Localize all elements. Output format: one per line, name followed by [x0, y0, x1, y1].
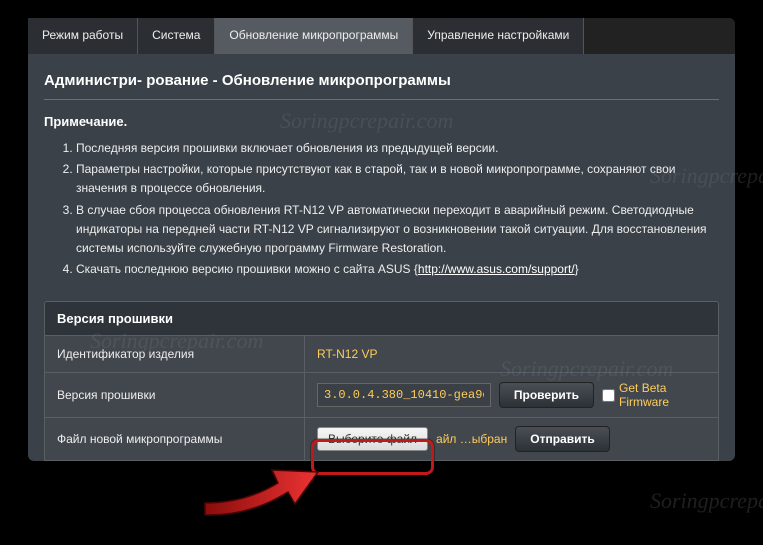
submit-button[interactable]: Отправить: [515, 426, 609, 452]
tab-settings-management[interactable]: Управление настройками: [413, 18, 584, 54]
notes-list: Последняя версия прошивки включает обнов…: [44, 139, 719, 279]
page-title: Администри- рование - Обновление микропр…: [44, 72, 719, 89]
new-firmware-file-label: Файл новой микропрограммы: [45, 418, 305, 460]
beta-firmware-label: Get Beta Firmware: [619, 381, 706, 409]
beta-firmware-checkbox[interactable]: [602, 389, 615, 402]
note-item: Скачать последнюю версию прошивки можно …: [76, 260, 719, 279]
tab-system[interactable]: Система: [138, 18, 215, 54]
divider: [44, 99, 719, 100]
tab-bar: Режим работы Система Обновление микропро…: [28, 18, 735, 54]
check-button[interactable]: Проверить: [499, 382, 594, 408]
row-firmware-version: Версия прошивки Проверить Get Beta Firmw…: [45, 373, 718, 418]
tab-mode[interactable]: Режим работы: [28, 18, 138, 54]
note-item: Параметры настройки, которые присутствую…: [76, 160, 719, 198]
choose-file-button[interactable]: Выберите файл: [317, 427, 428, 451]
note-item: Последняя версия прошивки включает обнов…: [76, 139, 719, 158]
row-new-firmware-file: Файл новой микропрограммы Выберите файл …: [45, 418, 718, 460]
firmware-section: Версия прошивки Идентификатор изделия RT…: [44, 301, 719, 461]
firmware-version-input[interactable]: [317, 383, 491, 407]
note-heading: Примечание.: [44, 114, 719, 129]
note-text: }: [575, 262, 579, 276]
product-id-label: Идентификатор изделия: [45, 336, 305, 372]
tab-firmware-upgrade[interactable]: Обновление микропрограммы: [215, 18, 413, 54]
note-text: Скачать последнюю версию прошивки можно …: [76, 262, 418, 276]
row-product-id: Идентификатор изделия RT-N12 VP: [45, 336, 718, 373]
beta-firmware-option[interactable]: Get Beta Firmware: [602, 381, 706, 409]
asus-support-link[interactable]: http://www.asus.com/support/: [418, 262, 575, 276]
firmware-version-label: Версия прошивки: [45, 373, 305, 417]
note-item: В случае сбоя процесса обновления RT-N12…: [76, 201, 719, 259]
file-chosen-status: айл …ыбран: [436, 432, 507, 446]
watermark: Soringpcrepair.com: [650, 488, 763, 514]
section-header: Версия прошивки: [45, 302, 718, 336]
product-id-value: RT-N12 VP: [305, 339, 718, 369]
